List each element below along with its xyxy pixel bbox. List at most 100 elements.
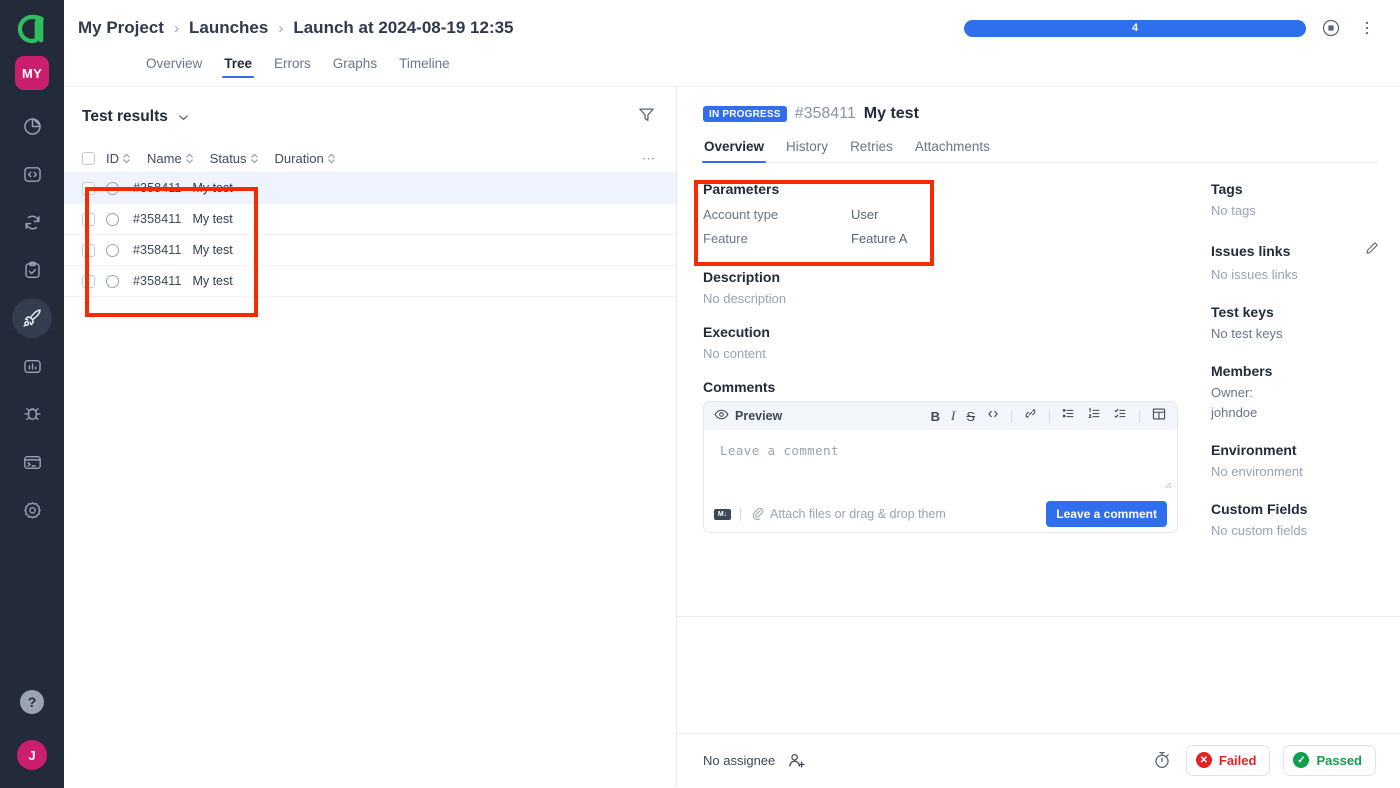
- side-section-custom-fields: Custom Fields No custom fields: [1211, 501, 1380, 541]
- table-row[interactable]: #358411 My test: [64, 204, 676, 235]
- column-header-duration[interactable]: Duration: [275, 151, 336, 166]
- row-checkbox[interactable]: [82, 274, 95, 288]
- numbered-list-icon[interactable]: [1087, 406, 1102, 426]
- markdown-icon[interactable]: M↓: [714, 508, 731, 520]
- breadcrumb-project[interactable]: My Project: [78, 18, 164, 38]
- table-row[interactable]: #358411 My test: [64, 173, 676, 204]
- stopwatch-icon[interactable]: [1151, 749, 1173, 771]
- sidebar-item-settings[interactable]: [12, 490, 52, 530]
- tab-detail-attachments[interactable]: Attachments: [915, 139, 990, 162]
- allure-logo-icon[interactable]: [15, 12, 49, 46]
- content-divider: [677, 616, 1400, 617]
- comment-placeholder: Leave a comment: [720, 443, 839, 458]
- editor-tools: B I S: [931, 406, 1167, 427]
- mark-failed-button[interactable]: ✕ Failed: [1185, 744, 1271, 776]
- failed-label: Failed: [1218, 752, 1257, 768]
- refresh-cycle-icon: [22, 212, 43, 233]
- test-detail-pane: IN PROGRESS #358411 My test Overview His…: [677, 87, 1400, 786]
- detail-main-column: Parameters Account type User Feature Fea…: [677, 181, 1193, 786]
- tab-timeline[interactable]: Timeline: [399, 56, 450, 78]
- status-circle-icon: [106, 274, 119, 288]
- avatar[interactable]: J: [17, 740, 47, 770]
- leave-comment-button[interactable]: Leave a comment: [1046, 501, 1167, 527]
- sidebar-item-launches[interactable]: [12, 298, 52, 338]
- row-id: #358411: [133, 212, 182, 226]
- help-icon[interactable]: ?: [20, 690, 44, 714]
- column-header-id[interactable]: ID: [106, 151, 131, 166]
- table-row[interactable]: #358411 My test: [64, 235, 676, 266]
- tab-detail-retries[interactable]: Retries: [850, 139, 893, 162]
- side-section-tags: Tags No tags: [1211, 181, 1380, 221]
- table-row[interactable]: #358411 My test: [64, 266, 676, 297]
- link-icon[interactable]: [1023, 406, 1038, 426]
- sidebar-item-dashboards[interactable]: [12, 106, 52, 146]
- toolbar-divider: [1049, 409, 1050, 423]
- parameter-key: Feature: [703, 231, 748, 246]
- sort-icon: [185, 152, 194, 165]
- column-label-id: ID: [106, 151, 119, 166]
- sidebar-item-console[interactable]: [12, 442, 52, 482]
- mark-passed-button[interactable]: ✓ Passed: [1283, 744, 1376, 776]
- tags-value: No tags: [1211, 203, 1256, 218]
- sidebar-item-analytics[interactable]: [12, 346, 52, 386]
- pencil-icon[interactable]: [1364, 240, 1380, 261]
- sidebar-item-test-plans[interactable]: [12, 250, 52, 290]
- column-label-status: Status: [209, 151, 247, 166]
- strikethrough-icon[interactable]: S: [966, 409, 975, 424]
- row-checkbox[interactable]: [82, 212, 95, 226]
- tab-detail-overview[interactable]: Overview: [701, 139, 767, 163]
- add-person-icon[interactable]: [787, 751, 806, 770]
- kebab-menu-icon[interactable]: [1356, 17, 1378, 39]
- failed-x-icon: ✕: [1195, 752, 1212, 768]
- sidebar-item-defects[interactable]: [12, 394, 52, 434]
- editor-toolbar: Preview B I S: [704, 402, 1177, 430]
- tab-errors[interactable]: Errors: [274, 56, 311, 78]
- checklist-icon[interactable]: [1113, 406, 1128, 426]
- tags-title-row: Tags: [1211, 181, 1380, 197]
- row-name: My test: [192, 212, 233, 226]
- detail-tabs: Overview History Retries Attachments: [701, 139, 1378, 163]
- row-checkbox[interactable]: [82, 181, 95, 195]
- breadcrumb-launches[interactable]: Launches: [189, 18, 268, 38]
- column-label-name: Name: [147, 151, 182, 166]
- chevron-down-icon[interactable]: [176, 110, 191, 125]
- comment-input[interactable]: Leave a comment: [704, 430, 1177, 496]
- bottom-bar-actions: ✕ Failed ✓ Passed: [1151, 744, 1376, 776]
- tab-tree[interactable]: Tree: [222, 56, 254, 78]
- paperclip-icon: [750, 506, 764, 523]
- column-header-status[interactable]: Status: [210, 151, 259, 166]
- sidebar-item-code[interactable]: [12, 154, 52, 194]
- sidebar-item-jobs[interactable]: [12, 202, 52, 242]
- page-title: Test results: [82, 108, 168, 125]
- ellipsis-icon[interactable]: ⋯: [642, 151, 656, 167]
- bold-icon[interactable]: B: [931, 409, 940, 424]
- tab-graphs[interactable]: Graphs: [333, 56, 377, 78]
- column-header-name[interactable]: Name: [147, 151, 194, 166]
- tab-overview[interactable]: Overview: [146, 56, 202, 78]
- tab-detail-history[interactable]: History: [786, 139, 828, 162]
- test-results-table: ID Name Status Duration ⋯ #358411 My tes…: [64, 145, 676, 297]
- select-all-checkbox[interactable]: [82, 152, 95, 165]
- stop-circle-icon[interactable]: [1320, 17, 1342, 39]
- row-checkbox[interactable]: [82, 243, 95, 257]
- resize-handle-icon[interactable]: [1163, 480, 1172, 492]
- bar-chart-icon: [22, 356, 43, 377]
- table-icon[interactable]: [1151, 406, 1167, 427]
- breadcrumb-launch[interactable]: Launch at 2024-08-19 12:35: [293, 18, 513, 38]
- filter-icon[interactable]: [637, 105, 656, 129]
- footer-divider: [740, 507, 741, 521]
- preview-toggle[interactable]: Preview: [714, 407, 782, 425]
- main-area: My Project › Launches › Launch at 2024-0…: [64, 0, 1400, 788]
- comments-title: Comments: [703, 379, 776, 395]
- side-section-issues-links: Issues links No issues links: [1211, 240, 1380, 285]
- detail-side-column: Tags No tags Issues links No issues link…: [1193, 181, 1400, 786]
- parameters-title: Parameters: [703, 181, 780, 197]
- italic-icon[interactable]: I: [951, 408, 955, 424]
- code-icon[interactable]: [986, 407, 1000, 426]
- attach-files-control[interactable]: Attach files or drag & drop them: [750, 506, 946, 523]
- detail-bottom-bar: No assignee ✕ Failed ✓ Passed: [677, 733, 1400, 786]
- bullet-list-icon[interactable]: [1061, 406, 1076, 426]
- project-badge[interactable]: MY: [15, 56, 49, 90]
- bug-icon: [22, 404, 43, 425]
- code-brackets-icon: [22, 164, 43, 185]
